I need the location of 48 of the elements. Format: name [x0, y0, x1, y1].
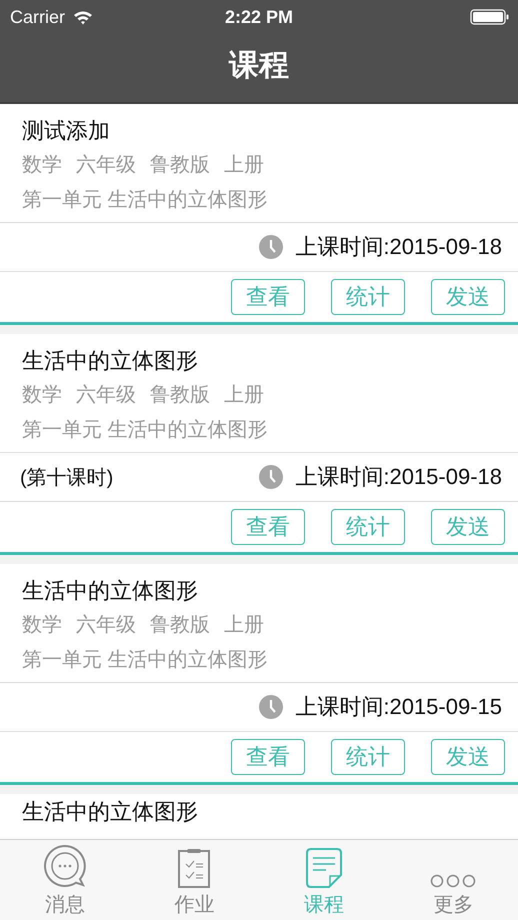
- course-tag: 上册: [224, 381, 264, 409]
- lesson-label: (第十课时): [20, 466, 114, 490]
- action-button[interactable]: 查看: [231, 509, 305, 545]
- course-tag: 鲁教版: [150, 381, 210, 409]
- class-time: 上课时间:2015-09-15: [295, 693, 502, 721]
- course-title: 生活中的立体图形: [22, 577, 199, 605]
- course-tag: 数学: [22, 611, 62, 639]
- clock-icon: [259, 465, 284, 489]
- tab-item[interactable]: 课程: [259, 840, 388, 920]
- course-tag: 六年级: [76, 151, 136, 179]
- chat-bubble-icon: [42, 844, 87, 888]
- wifi-icon: [73, 10, 94, 24]
- tab-item[interactable]: 作业: [130, 840, 259, 920]
- document-icon: [306, 848, 342, 888]
- unit-label: 第一单元 生活中的立体图形: [22, 418, 269, 443]
- action-button[interactable]: 发送: [431, 509, 505, 545]
- course-tag: 上册: [224, 611, 264, 639]
- course-title: 生活中的立体图形: [22, 347, 199, 375]
- clock-icon: [259, 235, 284, 259]
- action-button[interactable]: 发送: [431, 279, 505, 315]
- action-button[interactable]: 统计: [331, 279, 405, 315]
- course-tag: 六年级: [76, 381, 136, 409]
- tab-item[interactable]: 更多: [388, 840, 518, 920]
- unit-label: 第一单元 生活中的立体图形: [22, 648, 269, 673]
- tab-item[interactable]: 消息: [0, 840, 130, 920]
- action-button[interactable]: 查看: [231, 739, 305, 775]
- course-tag: 上册: [224, 151, 264, 179]
- course-tag: 鲁教版: [150, 611, 210, 639]
- class-time: 上课时间:2015-09-18: [295, 463, 502, 491]
- course-tag: 鲁教版: [150, 151, 210, 179]
- action-button[interactable]: 统计: [331, 739, 405, 775]
- course-tag: 数学: [22, 151, 62, 179]
- course-title: 测试添加: [22, 117, 111, 145]
- unit-label: 第一单元 生活中的立体图形: [22, 188, 269, 213]
- clock-time: 2:22 PM: [224, 6, 294, 28]
- more-icon: [430, 874, 476, 888]
- clock-icon: [259, 695, 284, 719]
- course-title: 生活中的立体图形: [22, 798, 199, 826]
- action-button[interactable]: 统计: [331, 509, 405, 545]
- page-title: 课程: [228, 48, 290, 84]
- clipboard-icon: [177, 848, 212, 888]
- course-tag: 数学: [22, 381, 62, 409]
- class-time: 上课时间:2015-09-18: [295, 233, 502, 261]
- action-button[interactable]: 查看: [231, 279, 305, 315]
- battery-icon: [470, 9, 510, 25]
- carrier-label: Carrier: [10, 6, 66, 28]
- course-tag: 六年级: [76, 611, 136, 639]
- action-button[interactable]: 发送: [431, 739, 505, 775]
